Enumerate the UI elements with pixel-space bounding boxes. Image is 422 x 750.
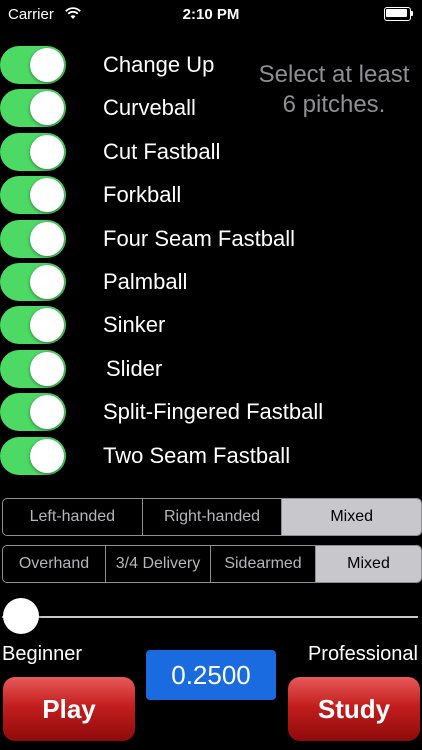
- level-slider-thumb[interactable]: [3, 598, 39, 634]
- pitch-row-four-seam-fastball: Four Seam Fastball: [0, 218, 422, 258]
- delivery-overhand-option[interactable]: Overhand: [3, 546, 106, 582]
- handedness-left-option[interactable]: Left-handed: [3, 499, 143, 535]
- level-slider-track[interactable]: [20, 616, 418, 618]
- sinker-toggle[interactable]: [0, 306, 66, 344]
- beginner-label: Beginner: [2, 643, 83, 665]
- pitch-label: Curveball: [103, 95, 196, 120]
- status-bar: Carrier 2:10 PM: [0, 0, 422, 30]
- pitch-label: Change Up: [103, 52, 215, 77]
- pitch-row-palmball: Palmball: [0, 261, 422, 301]
- play-button[interactable]: Play: [3, 677, 135, 741]
- delivery-sidearmed-option[interactable]: Sidearmed: [211, 546, 316, 582]
- pitch-row-slider: Slider: [0, 348, 422, 388]
- hint-line-1: Select at least: [258, 61, 410, 88]
- hint-line-2: 6 pitches.: [282, 91, 386, 118]
- pitch-label: Cut Fastball: [103, 139, 221, 164]
- pitch-row-sinker: Sinker: [0, 304, 422, 344]
- pitch-row-two-seam-fastball: Two Seam Fastball: [0, 435, 422, 475]
- pitch-label: Two Seam Fastball: [103, 443, 291, 468]
- pitch-label: Forkball: [103, 182, 182, 207]
- forkball-toggle[interactable]: [0, 176, 66, 214]
- battery-icon: [384, 7, 414, 21]
- pitch-label: Four Seam Fastball: [103, 226, 295, 251]
- handedness-mixed-option[interactable]: Mixed: [282, 499, 421, 535]
- delivery-segmented-control: Overhand 3/4 Delivery Sidearmed Mixed: [2, 545, 422, 583]
- delivery-three-quarter-option[interactable]: 3/4 Delivery: [106, 546, 211, 582]
- handedness-right-option[interactable]: Right-handed: [143, 499, 283, 535]
- four-seam-fastball-toggle[interactable]: [0, 220, 66, 258]
- palmball-toggle[interactable]: [0, 263, 66, 301]
- handedness-segmented-control: Left-handed Right-handed Mixed: [2, 498, 422, 536]
- cut-fastball-toggle[interactable]: [0, 133, 66, 171]
- pitch-label: Split-Fingered Fastball: [103, 399, 324, 424]
- slider-toggle[interactable]: [0, 350, 66, 388]
- pitch-row-cut-fastball: Cut Fastball: [0, 131, 422, 171]
- pitch-label: Slider: [106, 356, 163, 381]
- professional-label: Professional: [307, 643, 418, 665]
- pitch-label: Palmball: [103, 269, 188, 294]
- curveball-toggle[interactable]: [0, 89, 66, 127]
- selection-hint: Select at least 6 pitches.: [246, 60, 422, 120]
- change-up-toggle[interactable]: [0, 46, 66, 84]
- split-fingered-fastball-toggle[interactable]: [0, 393, 66, 431]
- pitch-row-split-fingered-fastball: Split-Fingered Fastball: [0, 391, 422, 431]
- level-value-display: 0.2500: [146, 650, 276, 700]
- clock: 2:10 PM: [182, 6, 240, 23]
- delivery-mixed-option[interactable]: Mixed: [316, 546, 421, 582]
- pitch-label: Sinker: [103, 312, 166, 337]
- study-button[interactable]: Study: [288, 677, 420, 741]
- two-seam-fastball-toggle[interactable]: [0, 437, 66, 475]
- pitch-row-forkball: Forkball: [0, 174, 422, 214]
